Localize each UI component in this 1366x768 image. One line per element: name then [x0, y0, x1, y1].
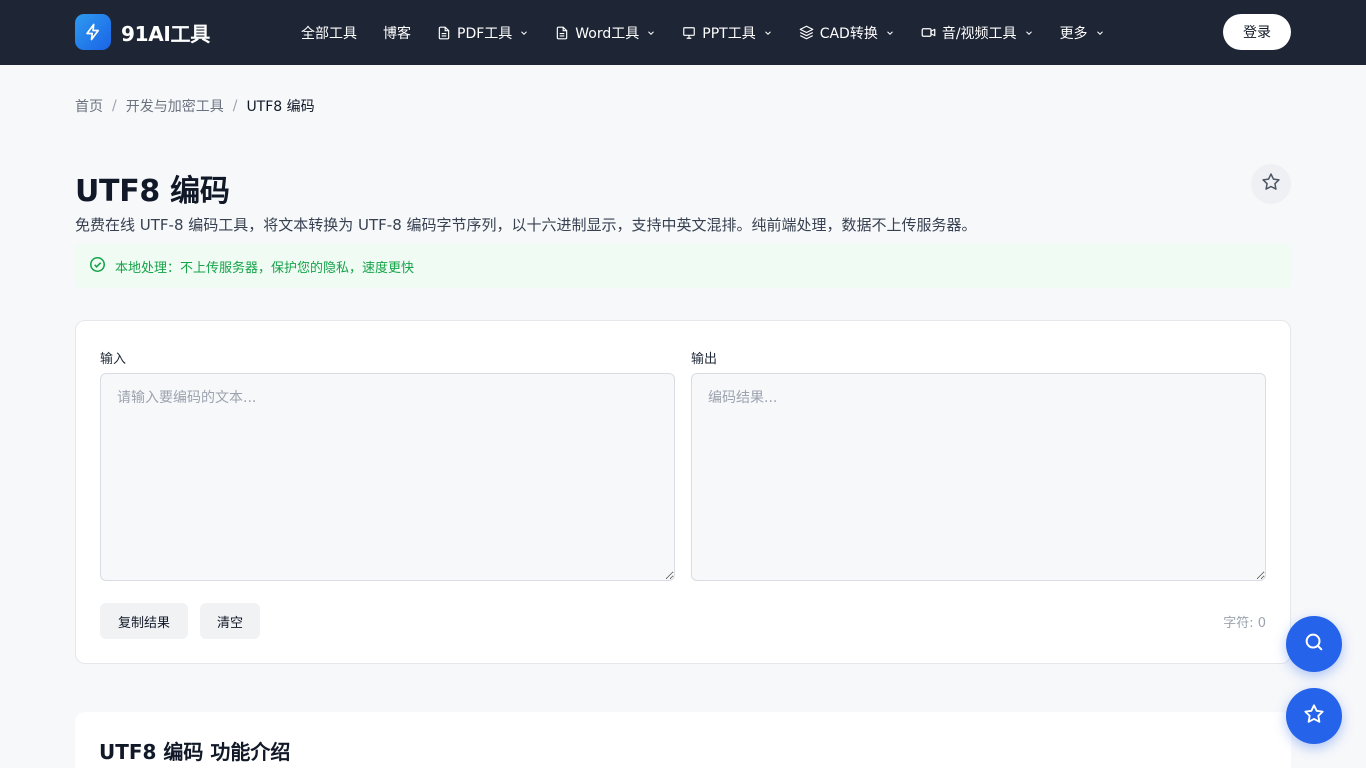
input-label: 输入 [100, 352, 127, 367]
clear-button[interactable]: 清空 [200, 603, 260, 639]
nav-all-tools[interactable]: 全部工具 [301, 23, 357, 43]
chevron-down-icon [885, 28, 895, 38]
breadcrumb: 首页 / 开发与加密工具 / UTF8 编码 [75, 96, 315, 116]
nav-blog[interactable]: 博客 [383, 23, 411, 43]
intro-section: UTF8 编码 功能介绍 [75, 712, 1291, 768]
output-label: 输出 [691, 352, 718, 367]
video-icon [921, 25, 936, 40]
chevron-down-icon [1024, 28, 1034, 38]
breadcrumb-separator: / [232, 98, 238, 114]
nav-word-tools[interactable]: Word工具 [555, 23, 656, 43]
chevron-down-icon [1095, 28, 1105, 38]
breadcrumb-separator: / [112, 98, 117, 114]
nav-cad-convert[interactable]: CAD转换 [799, 23, 895, 43]
lightning-icon [75, 14, 111, 50]
nav-av-tools[interactable]: 音/视频工具 [921, 23, 1034, 43]
breadcrumb-category[interactable]: 开发与加密工具 [126, 96, 224, 116]
main-nav: 全部工具 博客 PDF工具 Word工具 PPT工具 CAD转换 音/视频工具 … [301, 0, 1131, 65]
page-title: UTF8 编码 [75, 174, 230, 209]
nav-label: 更多 [1059, 25, 1088, 42]
output-textarea[interactable] [691, 373, 1266, 581]
nav-label: 博客 [383, 25, 411, 42]
nav-label: 全部工具 [301, 25, 357, 42]
nav-label: CAD转换 [819, 25, 878, 42]
chevron-down-icon [763, 28, 773, 38]
floating-favorite-button[interactable] [1286, 688, 1342, 744]
presentation-icon [682, 26, 696, 40]
site-name: 91AI工具 [121, 21, 210, 46]
intro-title: UTF8 编码 功能介绍 [99, 740, 291, 764]
character-count: 字符: 0 [1223, 616, 1266, 631]
chevron-down-icon [646, 28, 656, 38]
nav-pdf-tools[interactable]: PDF工具 [437, 23, 529, 43]
favorite-button[interactable] [1251, 164, 1291, 204]
star-icon [1303, 703, 1325, 729]
star-icon [1261, 172, 1281, 196]
copy-result-button[interactable]: 复制结果 [100, 603, 188, 639]
nav-more[interactable]: 更多 [1060, 23, 1105, 43]
breadcrumb-home[interactable]: 首页 [75, 96, 103, 116]
layers-icon [799, 25, 814, 40]
document-icon [437, 26, 451, 40]
check-circle-icon [89, 256, 106, 277]
search-icon [1303, 631, 1325, 657]
document-icon [555, 26, 569, 40]
nav-ppt-tools[interactable]: PPT工具 [682, 23, 772, 43]
page-description: 免费在线 UTF-8 编码工具，将文本转换为 UTF-8 编码字节序列，以十六进… [75, 216, 977, 234]
top-navbar: 91AI工具 全部工具 博客 PDF工具 Word工具 PPT工具 CAD转换 … [0, 0, 1366, 65]
chevron-down-icon [519, 28, 529, 38]
floating-search-button[interactable] [1286, 616, 1342, 672]
nav-label: Word工具 [575, 25, 640, 42]
site-logo[interactable]: 91AI工具 [75, 14, 210, 50]
input-textarea[interactable] [100, 373, 675, 581]
tool-card: 输入 输出 复制结果 清空 字符: 0 [75, 320, 1291, 664]
login-button[interactable]: 登录 [1223, 14, 1291, 50]
nav-label: PDF工具 [457, 25, 513, 42]
notice-text: 本地处理：不上传服务器，保护您的隐私，速度更快 [115, 260, 415, 276]
breadcrumb-current: UTF8 编码 [246, 99, 315, 115]
nav-label: 音/视频工具 [941, 25, 1017, 42]
nav-label: PPT工具 [702, 25, 756, 42]
privacy-notice: 本地处理：不上传服务器，保护您的隐私，速度更快 [75, 244, 1291, 288]
